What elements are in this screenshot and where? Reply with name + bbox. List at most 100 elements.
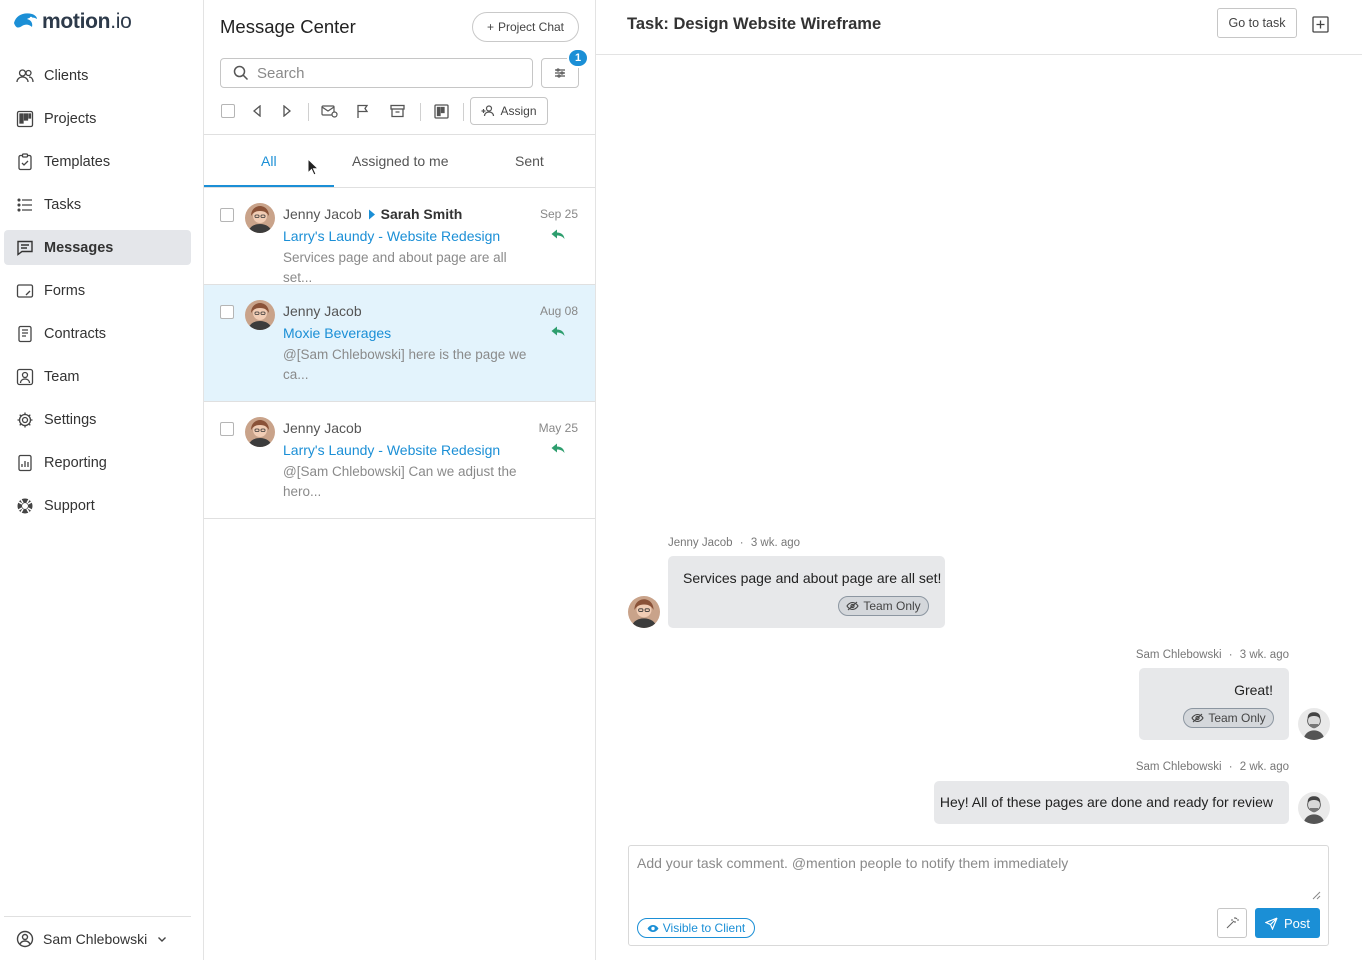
meta-separator: · (1228, 761, 1233, 773)
message-center: Message Center + Project Chat 1 Assign A… (204, 0, 596, 960)
message-checkbox[interactable] (220, 208, 234, 222)
avatar (628, 596, 660, 628)
user-menu[interactable]: Sam Chlebowski (4, 916, 191, 960)
sidebar-item-label: Reporting (44, 454, 107, 471)
sender-name: Jenny Jacob (283, 303, 362, 319)
mark-read-icon[interactable] (320, 102, 338, 120)
magic-wand-button[interactable] (1217, 908, 1247, 938)
visible-to-client-toggle[interactable]: Visible to Client (637, 918, 755, 938)
visibility-badge: Team Only (838, 596, 929, 616)
tab-assigned-to-me[interactable]: Assigned to me (352, 153, 449, 169)
sidebar-item-label: Messages (44, 239, 114, 256)
eye-slash-icon (846, 601, 859, 611)
sidebar-item-label: Settings (44, 411, 97, 428)
message-project-link[interactable]: Larry's Laundy - Website Redesign (283, 228, 500, 244)
message-date: Aug 08 (539, 304, 578, 318)
message-preview: @[Sam Chlebowski] here is the page we ca… (283, 347, 527, 382)
forms-icon (16, 282, 34, 300)
comment-bubble: Hey! All of these pages are done and rea… (934, 781, 1289, 824)
user-name: Sam Chlebowski (43, 930, 148, 947)
sidebar-item-support[interactable]: Support (4, 488, 191, 523)
logo-suffix: .io (110, 10, 132, 33)
toolbar-divider (463, 103, 464, 121)
expand-icon[interactable] (1312, 16, 1329, 33)
sidebar-item-templates[interactable]: Templates (4, 144, 191, 179)
comment-text: Great! (1234, 682, 1273, 698)
tab-sent[interactable]: Sent (515, 153, 544, 169)
sidebar-item-label: Team (44, 368, 80, 385)
assign-button[interactable]: Assign (470, 97, 548, 125)
mouse-cursor-icon (307, 158, 319, 176)
motion-logo-icon (14, 13, 37, 28)
sidebar-item-forms[interactable]: Forms (4, 273, 191, 308)
task-panel: Task: Design Website Wireframe Go to tas… (596, 0, 1362, 960)
visible-to-client-label: Visible to Client (662, 921, 746, 935)
sidebar-item-contracts[interactable]: Contracts (4, 316, 191, 351)
reply-icon (551, 443, 565, 454)
search-input[interactable] (257, 64, 507, 82)
message-list-item[interactable]: Jenny Jacob Moxie Beverages @[Sam Chlebo… (204, 285, 595, 402)
plus-icon: + (486, 20, 494, 34)
toolbar-divider (308, 103, 309, 121)
support-icon (16, 497, 34, 515)
message-toolbar: Assign (220, 97, 560, 125)
sidebar-item-label: Tasks (44, 196, 82, 213)
project-chat-button[interactable]: + Project Chat (472, 12, 579, 42)
send-icon (1264, 916, 1278, 930)
sidebar-item-label: Projects (44, 110, 97, 127)
next-icon[interactable] (278, 102, 296, 120)
message-sender: Jenny Jacob (283, 420, 362, 436)
chevron-down-icon (157, 934, 167, 944)
archive-icon[interactable] (388, 102, 406, 120)
add-user-icon (481, 105, 495, 117)
sidebar-item-settings[interactable]: Settings (4, 402, 191, 437)
comment-time: 3 wk. ago (1239, 649, 1289, 661)
recipient-name: Sarah Smith (380, 206, 463, 222)
task-header: Task: Design Website Wireframe Go to tas… (596, 0, 1362, 55)
message-checkbox[interactable] (220, 422, 234, 436)
page-title: Message Center (220, 16, 356, 37)
project-chat-label: Project Chat (497, 20, 565, 34)
previous-icon[interactable] (248, 102, 266, 120)
message-list-item[interactable]: Jenny Jacob Sarah Smith Larry's Laundy -… (204, 188, 595, 285)
sidebar-item-clients[interactable]: Clients (4, 58, 191, 93)
avatar (1298, 792, 1330, 824)
board-icon[interactable] (432, 102, 450, 120)
message-date: May 25 (538, 421, 578, 435)
avatar (1298, 708, 1330, 740)
sidebar-item-projects[interactable]: Projects (4, 101, 191, 136)
divider (204, 134, 595, 135)
comment-text: Services page and about page are all set… (683, 570, 942, 586)
message-project-link[interactable]: Moxie Beverages (283, 325, 391, 341)
comment-bubble: Great! Team Only (1139, 668, 1289, 740)
message-checkbox[interactable] (220, 305, 234, 319)
select-all-checkbox[interactable] (221, 104, 235, 118)
reply-icon (551, 326, 565, 337)
sidebar-item-messages[interactable]: Messages (4, 230, 191, 265)
sidebar-item-tasks[interactable]: Tasks (4, 187, 191, 222)
resize-handle-icon[interactable] (1312, 891, 1321, 900)
flag-icon[interactable] (354, 102, 372, 120)
messages-icon (16, 239, 34, 257)
comment-composer: Visible to Client Post (628, 845, 1329, 946)
comment-time: 2 wk. ago (1239, 761, 1289, 773)
comment-input[interactable] (629, 846, 1328, 903)
message-list-item[interactable]: Jenny Jacob Larry's Laundy - Website Red… (204, 402, 595, 519)
tasks-icon (16, 196, 34, 214)
logo[interactable]: motion.io (12, 10, 132, 34)
templates-icon (16, 152, 34, 171)
sidebar-item-team[interactable]: Team (4, 359, 191, 394)
post-button[interactable]: Post (1255, 908, 1320, 938)
logo-text: motion (42, 10, 111, 33)
comment-author: Sam Chlebowski (1135, 761, 1222, 773)
meta-separator: · (739, 537, 744, 549)
visibility-badge: Team Only (1183, 708, 1274, 728)
tab-all[interactable]: All (261, 153, 277, 169)
magic-wand-icon (1225, 916, 1239, 930)
message-project-link[interactable]: Larry's Laundy - Website Redesign (283, 442, 500, 458)
search-icon (233, 65, 249, 81)
comment-author: Jenny Jacob (668, 537, 733, 549)
sender-name: Jenny Jacob (283, 420, 362, 436)
go-to-task-button[interactable]: Go to task (1217, 8, 1297, 38)
sidebar-item-reporting[interactable]: Reporting (4, 445, 191, 480)
